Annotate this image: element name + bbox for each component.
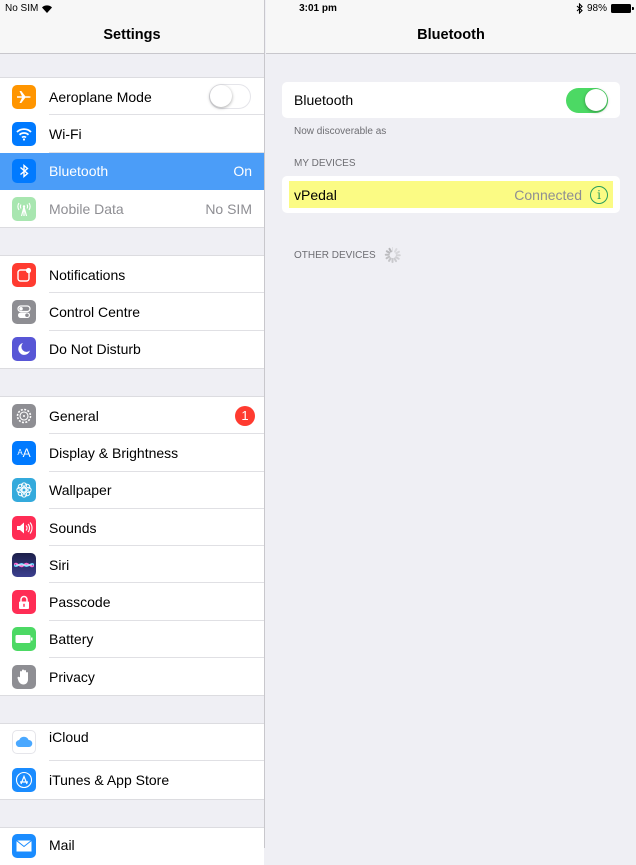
app-store-icon [12, 767, 36, 792]
battery-percent: 98% [586, 3, 607, 14]
sidebar-item-privacy[interactable]: Privacy [0, 658, 264, 695]
hand-icon [12, 664, 36, 689]
cloud-icon [12, 730, 36, 754]
bluetooth-toggle-row: Bluetooth [282, 82, 620, 118]
clock: 3:01 pm [299, 3, 337, 14]
loading-spinner-icon [384, 247, 401, 263]
sidebar-item-label: iCloud [49, 729, 89, 745]
bluetooth-toggle-card: Bluetooth [282, 82, 620, 118]
device-name: vPedal [294, 186, 337, 203]
discoverable-text: Now discoverable as [294, 126, 387, 137]
speaker-icon [12, 515, 36, 540]
my-devices-card: vPedal Connected i [282, 176, 620, 213]
sidebar-item-label: Passcode [49, 594, 111, 611]
device-status: Connected [514, 186, 582, 203]
bluetooth-icon [576, 3, 583, 14]
bluetooth-toggle[interactable] [566, 87, 608, 113]
sidebar-item-bluetooth[interactable]: Bluetooth On [0, 152, 264, 190]
control-centre-icon [12, 299, 36, 324]
sidebar-item-label: Do Not Disturb [49, 341, 141, 358]
text-size-icon: AA [12, 440, 36, 465]
my-devices-header: MY DEVICES [294, 158, 356, 169]
sidebar-item-label: Notifications [49, 266, 126, 283]
other-devices-header: OTHER DEVICES [294, 249, 376, 261]
sidebar-item-siri[interactable]: Siri [0, 546, 264, 584]
antenna-icon [12, 196, 36, 221]
battery-icon [611, 4, 634, 13]
status-right: 98% [576, 3, 634, 14]
wifi-icon [12, 121, 36, 146]
bluetooth-toggle-label: Bluetooth [294, 92, 354, 108]
accounts-group: iCloud iTunes & App Store [0, 723, 264, 800]
status-bar: No SIM 3:01 pm 98% [0, 0, 636, 18]
sidebar-item-label: Battery [49, 631, 94, 648]
mobile-data-value: No SIM [205, 200, 252, 217]
sidebar-item-notifications[interactable]: Notifications [0, 256, 264, 294]
settings-sidebar: Settings Aeroplane Mode Wi-Fi Bluetooth … [0, 0, 265, 865]
airplane-icon [12, 84, 36, 109]
moon-icon [12, 337, 36, 362]
siri-icon [12, 552, 36, 577]
sidebar-item-label: Privacy [49, 668, 95, 685]
sidebar-item-passcode[interactable]: Passcode [0, 583, 264, 622]
sidebar-item-battery[interactable]: Battery [0, 621, 264, 659]
mail-icon [12, 834, 36, 858]
aeroplane-mode-toggle[interactable] [209, 84, 251, 110]
sidebar-item-wifi[interactable]: Wi-Fi [0, 115, 264, 153]
bluetooth-icon [12, 159, 36, 184]
sidebar-item-general[interactable]: General 1 [0, 397, 264, 435]
sidebar-item-aeroplane-mode[interactable]: Aeroplane Mode [0, 78, 264, 116]
sidebar-item-itunes-app-store[interactable]: iTunes & App Store [0, 761, 264, 798]
sidebar-item-control-centre[interactable]: Control Centre [0, 293, 264, 331]
sidebar-item-icloud[interactable]: iCloud [0, 724, 264, 762]
other-devices-header-wrap: OTHER DEVICES [294, 247, 401, 263]
connectivity-group: Aeroplane Mode Wi-Fi Bluetooth On Mobile… [0, 77, 264, 229]
lock-icon [12, 590, 36, 615]
sidebar-item-label: Wi-Fi [49, 125, 82, 142]
sidebar-item-label: Siri [49, 556, 70, 573]
settings-title: Settings [103, 27, 161, 43]
battery-icon [12, 627, 36, 652]
flower-icon [12, 478, 36, 503]
sidebar-item-label: iTunes & App Store [49, 771, 170, 788]
sidebar-item-label: Bluetooth [49, 163, 109, 180]
sidebar-item-label: Wallpaper [49, 482, 112, 499]
sidebar-item-label: Display & Brightness [49, 444, 179, 461]
sidebar-item-sounds[interactable]: Sounds [0, 509, 264, 547]
sidebar-item-mobile-data[interactable]: Mobile Data No SIM [0, 190, 264, 227]
gear-icon [12, 403, 36, 428]
sidebar-item-label: Control Centre [49, 303, 141, 320]
sidebar-item-label: Aeroplane Mode [49, 88, 152, 105]
detail-title: Bluetooth [417, 27, 485, 43]
sidebar-item-label: Mail [49, 837, 75, 853]
info-icon[interactable]: i [590, 185, 608, 204]
bluetooth-detail-pane: Bluetooth Bluetooth Now discoverable as … [266, 0, 636, 848]
bluetooth-status-value: On [233, 163, 252, 180]
sidebar-item-mail[interactable]: Mail [0, 828, 264, 865]
notifications-group: Notifications Control Centre Do Not Dist… [0, 255, 264, 369]
device-row[interactable]: vPedal Connected i [282, 176, 620, 213]
general-group: General 1 AA Display & Brightness Wallpa… [0, 396, 264, 697]
sidebar-item-label: Mobile Data [49, 200, 124, 217]
sidebar-item-display-brightness[interactable]: AA Display & Brightness [0, 434, 264, 472]
sidebar-item-label: Sounds [49, 519, 97, 536]
update-badge: 1 [235, 405, 255, 426]
mail-group: Mail [0, 827, 264, 865]
sidebar-item-wallpaper[interactable]: Wallpaper [0, 472, 264, 510]
notifications-icon [12, 262, 36, 287]
sidebar-item-do-not-disturb[interactable]: Do Not Disturb [0, 331, 264, 368]
sidebar-item-label: General [49, 407, 99, 424]
